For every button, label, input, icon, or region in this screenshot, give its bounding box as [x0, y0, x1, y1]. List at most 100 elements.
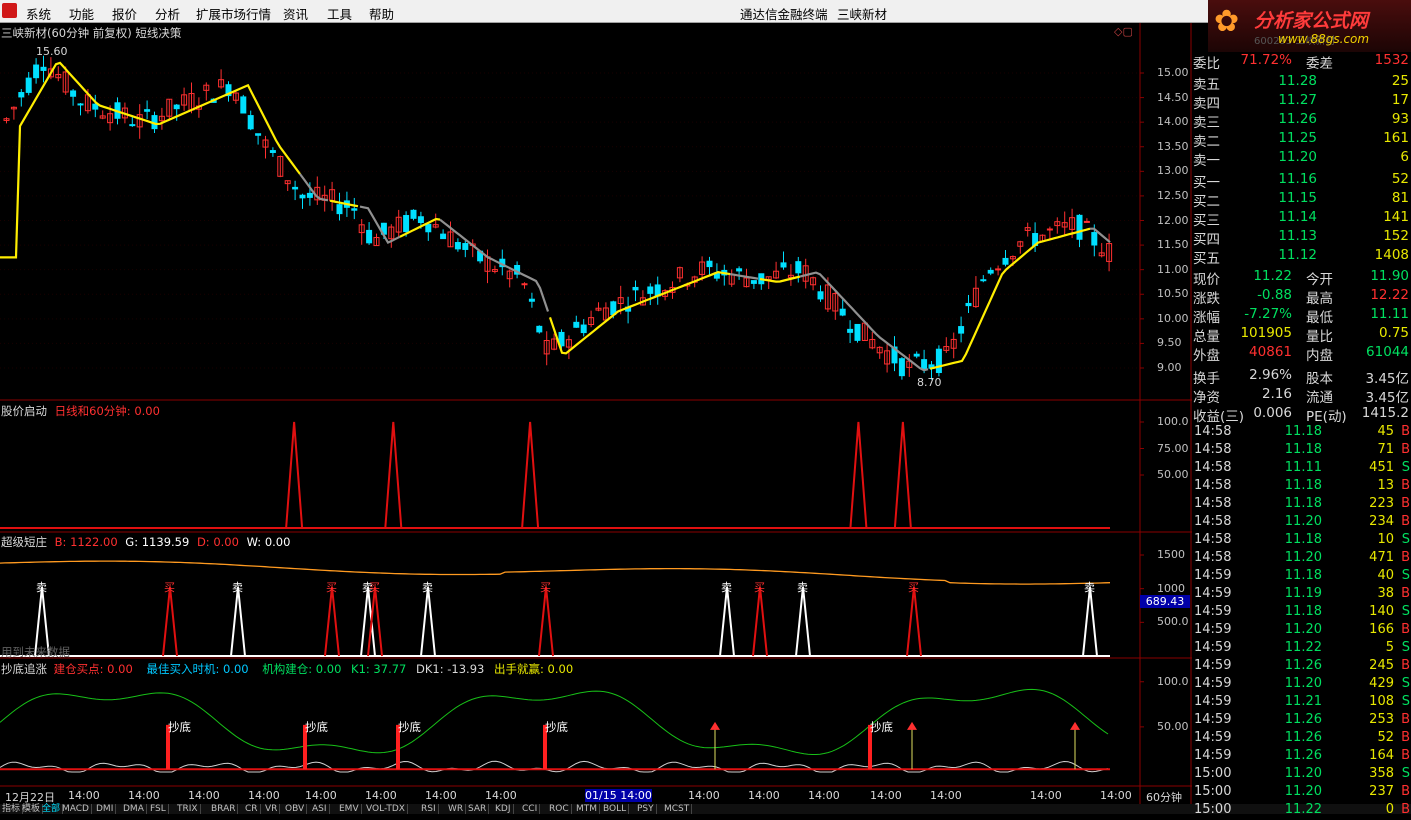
- indicator-tab-13[interactable]: EMV: [337, 804, 362, 814]
- tick-row: 15:00 11.20 358 S: [1192, 766, 1411, 784]
- sell-level-row: 卖一 11.20 6: [1192, 149, 1411, 169]
- indicator-tab-4[interactable]: DMI: [94, 804, 117, 814]
- tick-row: 14:59 11.18 40 S: [1192, 568, 1411, 586]
- stat-label: 外盘: [1193, 348, 1220, 364]
- indicator-tab-6[interactable]: FSL: [148, 804, 169, 814]
- fund-label: 收益(三): [1193, 409, 1245, 425]
- x-axis-label: 14:00: [1100, 789, 1132, 802]
- buy-level-row: 买二 11.15 81: [1192, 190, 1411, 210]
- high-price-label: 15.60: [36, 45, 68, 58]
- tick-price: 11.26: [1284, 658, 1322, 673]
- sell-signal-label: 卖: [797, 581, 808, 594]
- tick-time: 14:59: [1194, 604, 1232, 619]
- indicator-tab-3[interactable]: MACD: [60, 804, 92, 814]
- indicator-tab-11[interactable]: OBV: [283, 804, 308, 814]
- indicator-tab-14[interactable]: VOL-TDX: [364, 804, 408, 814]
- ind3-name: 抄底追涨: [1, 662, 47, 676]
- ind1-y-tick-label: 50.00: [1157, 468, 1189, 481]
- candle-down: [795, 261, 802, 274]
- indicator-tab-20[interactable]: ROC: [547, 804, 572, 814]
- fund-row: 收益(三) 0.006 PE(动) 1415.2: [1192, 405, 1411, 425]
- sell-level-label: 卖五: [1193, 77, 1220, 93]
- indicator-tab-7[interactable]: TRIX: [175, 804, 201, 814]
- buy-level-price: 11.14: [1278, 209, 1317, 225]
- indicator-tab-9[interactable]: CR: [243, 804, 261, 814]
- tick-time: 14:58: [1194, 496, 1232, 511]
- indicator-tab-15[interactable]: RSI: [419, 804, 439, 814]
- tick-price: 11.20: [1284, 514, 1322, 529]
- chart-canvas[interactable]: [0, 0, 1192, 814]
- ind3-f5: DK1: -13.93: [416, 662, 485, 676]
- candle-down: [292, 186, 299, 190]
- ind3-f6: 出手就赢: 0.00: [494, 662, 574, 676]
- indicator-tab-19[interactable]: CCI: [520, 804, 541, 814]
- brand-banner: ✿ 分析家公式网 600293 三峡新材 www.88gs.com: [1208, 0, 1411, 52]
- indicator-tab-16[interactable]: WR: [446, 804, 467, 814]
- fund-value: 2.96%: [1249, 367, 1292, 383]
- period-label[interactable]: 60分钟: [1146, 789, 1182, 805]
- stat-value: 101905: [1240, 325, 1292, 341]
- tick-qty: 223: [1369, 496, 1394, 511]
- stat-value: -0.88: [1257, 287, 1292, 303]
- buy-signal: [162, 586, 178, 657]
- tick-flag: B: [1401, 658, 1410, 673]
- tick-qty: 253: [1369, 712, 1394, 727]
- sell-level-row: 卖五 11.28 25: [1192, 73, 1411, 93]
- buy-level-label: 买四: [1193, 232, 1220, 248]
- indicator-tab-8[interactable]: BRAR: [209, 804, 239, 814]
- buy-signal-label: 买: [164, 581, 175, 594]
- tick-time: 14:58: [1194, 478, 1232, 493]
- sell-signal: [230, 586, 246, 657]
- main-y-tick-label: 10.50: [1157, 287, 1189, 301]
- indicator-tab-10[interactable]: VR: [263, 804, 281, 814]
- tick-time: 14:59: [1194, 658, 1232, 673]
- indicator-tab-18[interactable]: KDJ: [493, 804, 514, 814]
- candle-down: [240, 96, 247, 114]
- flower-logo-icon: ✿: [1214, 4, 1240, 39]
- indicator-tab-5[interactable]: DMA: [121, 804, 147, 814]
- tick-flag: B: [1401, 730, 1410, 745]
- buy-signal-label: 买: [540, 581, 551, 594]
- candle-down: [425, 223, 432, 233]
- indicator-tab-22[interactable]: BOLL: [601, 804, 630, 814]
- tick-price: 11.20: [1284, 622, 1322, 637]
- buy-level-qty: 152: [1383, 228, 1409, 244]
- x-axis-label: 14:00: [688, 789, 720, 802]
- tick-row: 14:59 11.19 38 B: [1192, 586, 1411, 604]
- tick-flag: B: [1401, 784, 1410, 799]
- candle-down: [958, 326, 965, 334]
- fund-label2: 股本: [1306, 371, 1333, 387]
- tick-row: 14:58 11.18 223 B: [1192, 496, 1411, 514]
- candle-down: [417, 216, 424, 224]
- sell-level-price: 11.20: [1278, 149, 1317, 165]
- sell-signal-label: 卖: [1084, 581, 1095, 594]
- indicator-tab-24[interactable]: MCST: [662, 804, 693, 814]
- main-y-tick-label: 9.50: [1157, 336, 1182, 350]
- candle-down: [306, 192, 313, 198]
- tick-time: 14:59: [1194, 568, 1232, 583]
- window-controls-icon[interactable]: ◇▢: [1114, 25, 1133, 38]
- indicator-tab-12[interactable]: ASI: [310, 804, 330, 814]
- indicator-tab-17[interactable]: SAR: [466, 804, 490, 814]
- tick-flag: S: [1401, 460, 1410, 475]
- tick-qty: 0: [1385, 802, 1394, 817]
- stat-value2: 11.11: [1370, 306, 1409, 322]
- indicator-tab-23[interactable]: PSY: [635, 804, 657, 814]
- tick-qty: 237: [1369, 784, 1394, 799]
- candle-down: [462, 243, 469, 250]
- future-data-watermark: 用到未来数据: [1, 645, 70, 659]
- tick-row: 14:59 11.18 140 S: [1192, 604, 1411, 622]
- candle-down: [736, 268, 743, 272]
- tick-price: 11.22: [1284, 640, 1322, 655]
- buy-level-price: 11.12: [1278, 247, 1317, 263]
- candle-down: [965, 302, 972, 307]
- candle-down: [351, 208, 358, 211]
- tick-row: 14:58 11.18 71 B: [1192, 442, 1411, 460]
- candle-down: [366, 229, 373, 244]
- low-price-label: 8.70: [917, 376, 942, 389]
- buy-signal-label: 买: [369, 581, 380, 594]
- candle-down: [92, 103, 99, 110]
- x-axis-label: 14:00: [1030, 789, 1062, 802]
- buy-level-qty: 81: [1391, 190, 1409, 206]
- indicator-tab-21[interactable]: MTM: [574, 804, 601, 814]
